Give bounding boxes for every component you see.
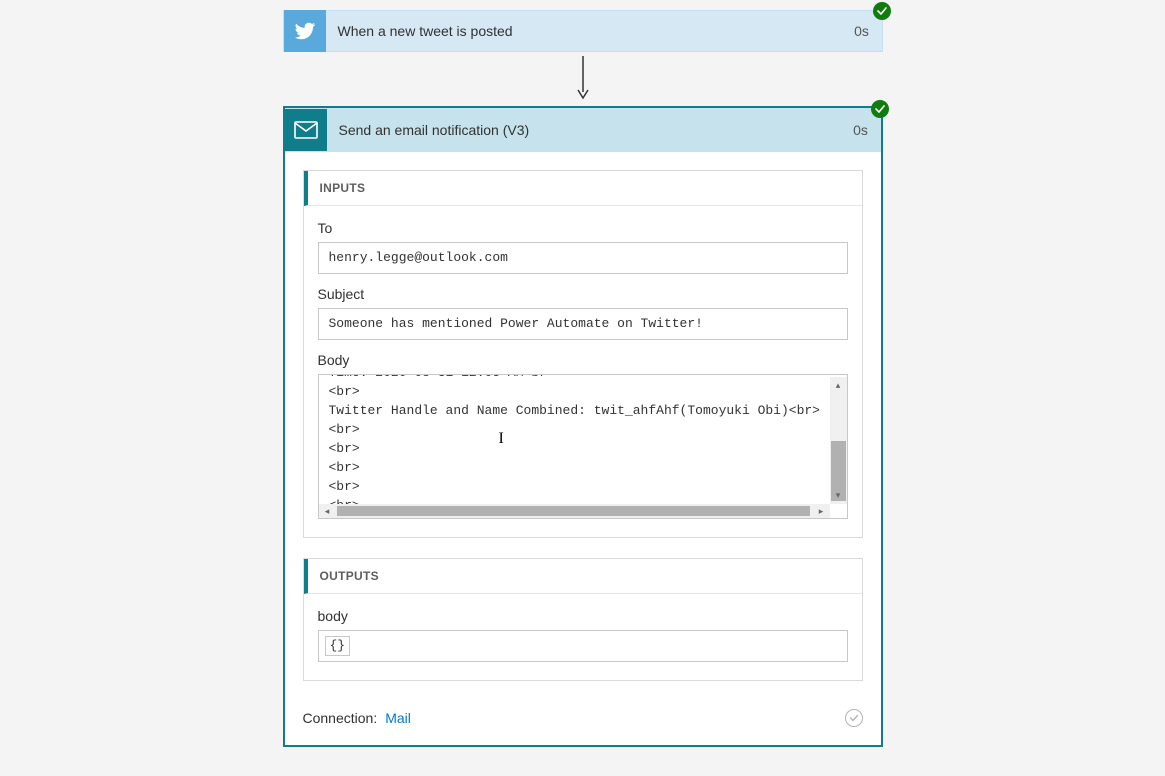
twitter-icon	[284, 10, 326, 52]
outputs-panel: OUTPUTS body {}	[303, 558, 863, 681]
to-label: To	[318, 220, 848, 236]
outputs-header: OUTPUTS	[304, 559, 862, 594]
scroll-right-icon[interactable]: ▸	[813, 504, 830, 518]
body-field[interactable]: Time: 2020-08-31 12:05 AM<br> <br> Twitt…	[318, 374, 848, 519]
flow-arrow-icon	[575, 56, 591, 100]
action-body: INPUTS To henry.legge@outlook.com Subjec…	[285, 152, 881, 745]
connection-row: Connection: Mail	[303, 701, 863, 727]
horizontal-scrollbar[interactable]: ◂ ▸	[319, 504, 830, 518]
scroll-left-icon[interactable]: ◂	[319, 504, 336, 518]
check-circle-icon	[845, 709, 863, 727]
json-chip: {}	[325, 636, 351, 656]
connection-label: Connection:	[303, 710, 378, 726]
success-badge-icon	[871, 100, 889, 118]
output-body-field[interactable]: {}	[318, 630, 848, 662]
vertical-scrollbar[interactable]: ▴ ▾	[830, 377, 847, 504]
body-content: Time: 2020-08-31 12:05 AM<br> <br> Twitt…	[319, 374, 829, 517]
action-title: Send an email notification (V3)	[327, 122, 841, 138]
subject-label: Subject	[318, 286, 848, 302]
inputs-header: INPUTS	[304, 171, 862, 206]
action-header[interactable]: Send an email notification (V3) 0s	[285, 108, 881, 152]
scroll-down-icon[interactable]: ▾	[830, 487, 847, 504]
trigger-duration: 0s	[842, 23, 882, 39]
trigger-title: When a new tweet is posted	[326, 23, 842, 39]
inputs-panel: INPUTS To henry.legge@outlook.com Subjec…	[303, 170, 863, 538]
connection-link[interactable]: Mail	[385, 710, 411, 726]
action-duration: 0s	[841, 122, 881, 138]
body-label: Body	[318, 352, 848, 368]
success-badge-icon	[873, 2, 891, 20]
text-cursor-icon: I	[499, 430, 500, 446]
trigger-step[interactable]: When a new tweet is posted 0s	[283, 10, 883, 52]
mail-icon	[285, 109, 327, 151]
action-step: Send an email notification (V3) 0s INPUT…	[283, 106, 883, 747]
subject-field[interactable]: Someone has mentioned Power Automate on …	[318, 308, 848, 340]
trigger-header[interactable]: When a new tweet is posted 0s	[283, 10, 883, 52]
output-body-label: body	[318, 608, 848, 624]
to-field[interactable]: henry.legge@outlook.com	[318, 242, 848, 274]
scroll-up-icon[interactable]: ▴	[830, 377, 847, 394]
scroll-thumb[interactable]	[337, 506, 810, 516]
